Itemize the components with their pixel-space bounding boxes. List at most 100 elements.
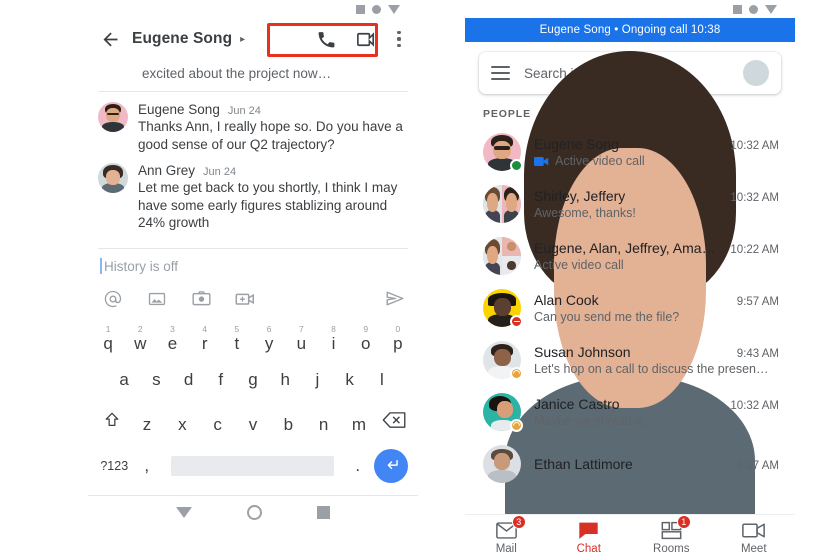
timestamp: 10:22 AM: [730, 244, 779, 256]
key-p[interactable]: 0p: [382, 322, 414, 360]
chat-list-screen: Eugene Song • Ongoing call 10:38 Search …: [465, 18, 795, 560]
key-b[interactable]: b: [271, 411, 306, 439]
chevron-right-icon[interactable]: ▸: [240, 34, 245, 45]
key-r[interactable]: 4r: [189, 322, 221, 360]
shift-key[interactable]: [94, 406, 129, 439]
key-c[interactable]: c: [200, 411, 235, 439]
key-e[interactable]: 3e: [156, 322, 188, 360]
list-item[interactable]: Shirley, Jeffery 10:32 AM Awesome, thank…: [465, 178, 795, 230]
list-item-body: Eugene, Alan, Jeffrey, Ama… 10:22 AM Act…: [534, 240, 779, 272]
more-options-button[interactable]: [388, 22, 410, 56]
nav-meet[interactable]: Meet: [713, 520, 796, 555]
message-input[interactable]: History is off: [100, 257, 406, 274]
list-item[interactable]: Janice Castro 10:32 AM Maybe we should a…: [465, 386, 795, 438]
nav-back-button[interactable]: [175, 507, 192, 518]
mention-button[interactable]: [102, 288, 124, 310]
symbols-key[interactable]: ?123: [98, 459, 131, 473]
nav-chat[interactable]: Chat: [548, 520, 631, 555]
key-n[interactable]: n: [306, 411, 341, 439]
list-item[interactable]: Alan Cook 9:57 AM Can you send me the fi…: [465, 282, 795, 334]
list-item[interactable]: Ethan Lattimore 9:07 AM: [465, 438, 795, 490]
key-label: w: [134, 333, 147, 353]
key-number: 2: [137, 323, 143, 334]
message-sender: Eugene Song: [138, 102, 220, 117]
nav-recents-button[interactable]: [317, 506, 331, 519]
avatar[interactable]: [483, 393, 523, 432]
back-button[interactable]: [92, 21, 128, 57]
key-u[interactable]: 7u: [285, 322, 317, 360]
key-w[interactable]: 2w: [124, 322, 156, 360]
avatar[interactable]: [483, 133, 523, 172]
key-s[interactable]: s: [140, 366, 172, 394]
voice-call-button[interactable]: [306, 22, 346, 56]
add-video-button[interactable]: [234, 288, 256, 310]
avatar[interactable]: [483, 341, 523, 380]
key-z[interactable]: z: [129, 411, 164, 439]
key-a[interactable]: a: [108, 366, 140, 394]
key-number: 5: [234, 323, 240, 334]
header-actions: [306, 22, 410, 56]
backspace-key[interactable]: [377, 406, 412, 439]
key-x[interactable]: x: [165, 411, 200, 439]
nav-rooms[interactable]: 1 Rooms: [630, 515, 713, 555]
enter-icon: [387, 460, 398, 470]
page-title: Eugene Song: [132, 30, 233, 47]
avatar-half-left: [483, 185, 502, 223]
key-number: 3: [170, 323, 175, 334]
key-k[interactable]: k: [334, 366, 366, 394]
key-q[interactable]: 1q: [92, 322, 124, 360]
key-d[interactable]: d: [172, 366, 204, 394]
nav-home-button[interactable]: [246, 505, 262, 520]
avatar-face-icon: [98, 102, 128, 132]
send-button[interactable]: [384, 288, 406, 310]
left-phone-conversation: Eugene Song ▸ excited about the project …: [88, 0, 418, 560]
message-preview: Maybe we should a…: [534, 414, 779, 428]
avatar[interactable]: [483, 185, 521, 223]
list-item[interactable]: Susan Johnson 9:43 AM Let's hop on a cal…: [465, 334, 795, 386]
avatar[interactable]: [98, 163, 128, 193]
image-button[interactable]: [146, 288, 168, 310]
avatar[interactable]: [483, 289, 523, 328]
key-label: i: [331, 333, 336, 353]
key-h[interactable]: h: [269, 366, 301, 394]
nav-mail[interactable]: 3 Mail: [465, 515, 548, 555]
key-v[interactable]: v: [235, 411, 270, 439]
key-number: 1: [105, 323, 111, 334]
avatar[interactable]: [483, 237, 521, 275]
key-t[interactable]: 5t: [221, 322, 253, 360]
period-key[interactable]: .: [342, 456, 375, 476]
key-i[interactable]: 8i: [317, 322, 349, 360]
key-j[interactable]: j: [301, 366, 333, 394]
comma-key[interactable]: ,: [131, 456, 164, 476]
key-y[interactable]: 6y: [253, 322, 285, 360]
search-bar[interactable]: Search in chat: [479, 50, 781, 560]
key-f[interactable]: f: [205, 366, 237, 394]
space-key[interactable]: [171, 455, 334, 476]
video-camera-icon: [356, 31, 374, 47]
avatar[interactable]: [98, 102, 128, 132]
key-label: p: [393, 333, 403, 353]
enter-key[interactable]: [374, 448, 408, 483]
avatar-image: [483, 185, 521, 223]
key-g[interactable]: g: [237, 366, 269, 394]
keyboard-row-4: ?123 , .: [92, 443, 414, 489]
key-l[interactable]: l: [366, 366, 398, 394]
list-item[interactable]: Eugene Song 10:32 AM Active video call: [465, 126, 795, 178]
avatar-face-icon: [502, 237, 521, 256]
key-m[interactable]: m: [341, 411, 376, 439]
avatar[interactable]: [483, 445, 521, 483]
key-number: 4: [202, 323, 208, 334]
video-call-button[interactable]: [346, 22, 386, 56]
account-avatar[interactable]: [504, 50, 769, 560]
key-o[interactable]: 9o: [350, 322, 382, 360]
avatar-tile: [502, 237, 521, 256]
key-label: u: [296, 333, 307, 353]
list-item[interactable]: Eugene, Alan, Jeffrey, Ama… 10:22 AM Act…: [465, 230, 795, 282]
bn-icon-wrap: 1: [661, 515, 691, 540]
keyboard-row-2: a s d f g h j k l: [92, 360, 414, 400]
key-label: y: [264, 333, 274, 353]
triangle-down-icon: [765, 4, 777, 14]
camera-button[interactable]: [190, 288, 212, 310]
message-sender: Ann Grey: [138, 163, 196, 178]
list-item-body: Janice Castro 10:32 AM Maybe we should a…: [534, 396, 779, 428]
